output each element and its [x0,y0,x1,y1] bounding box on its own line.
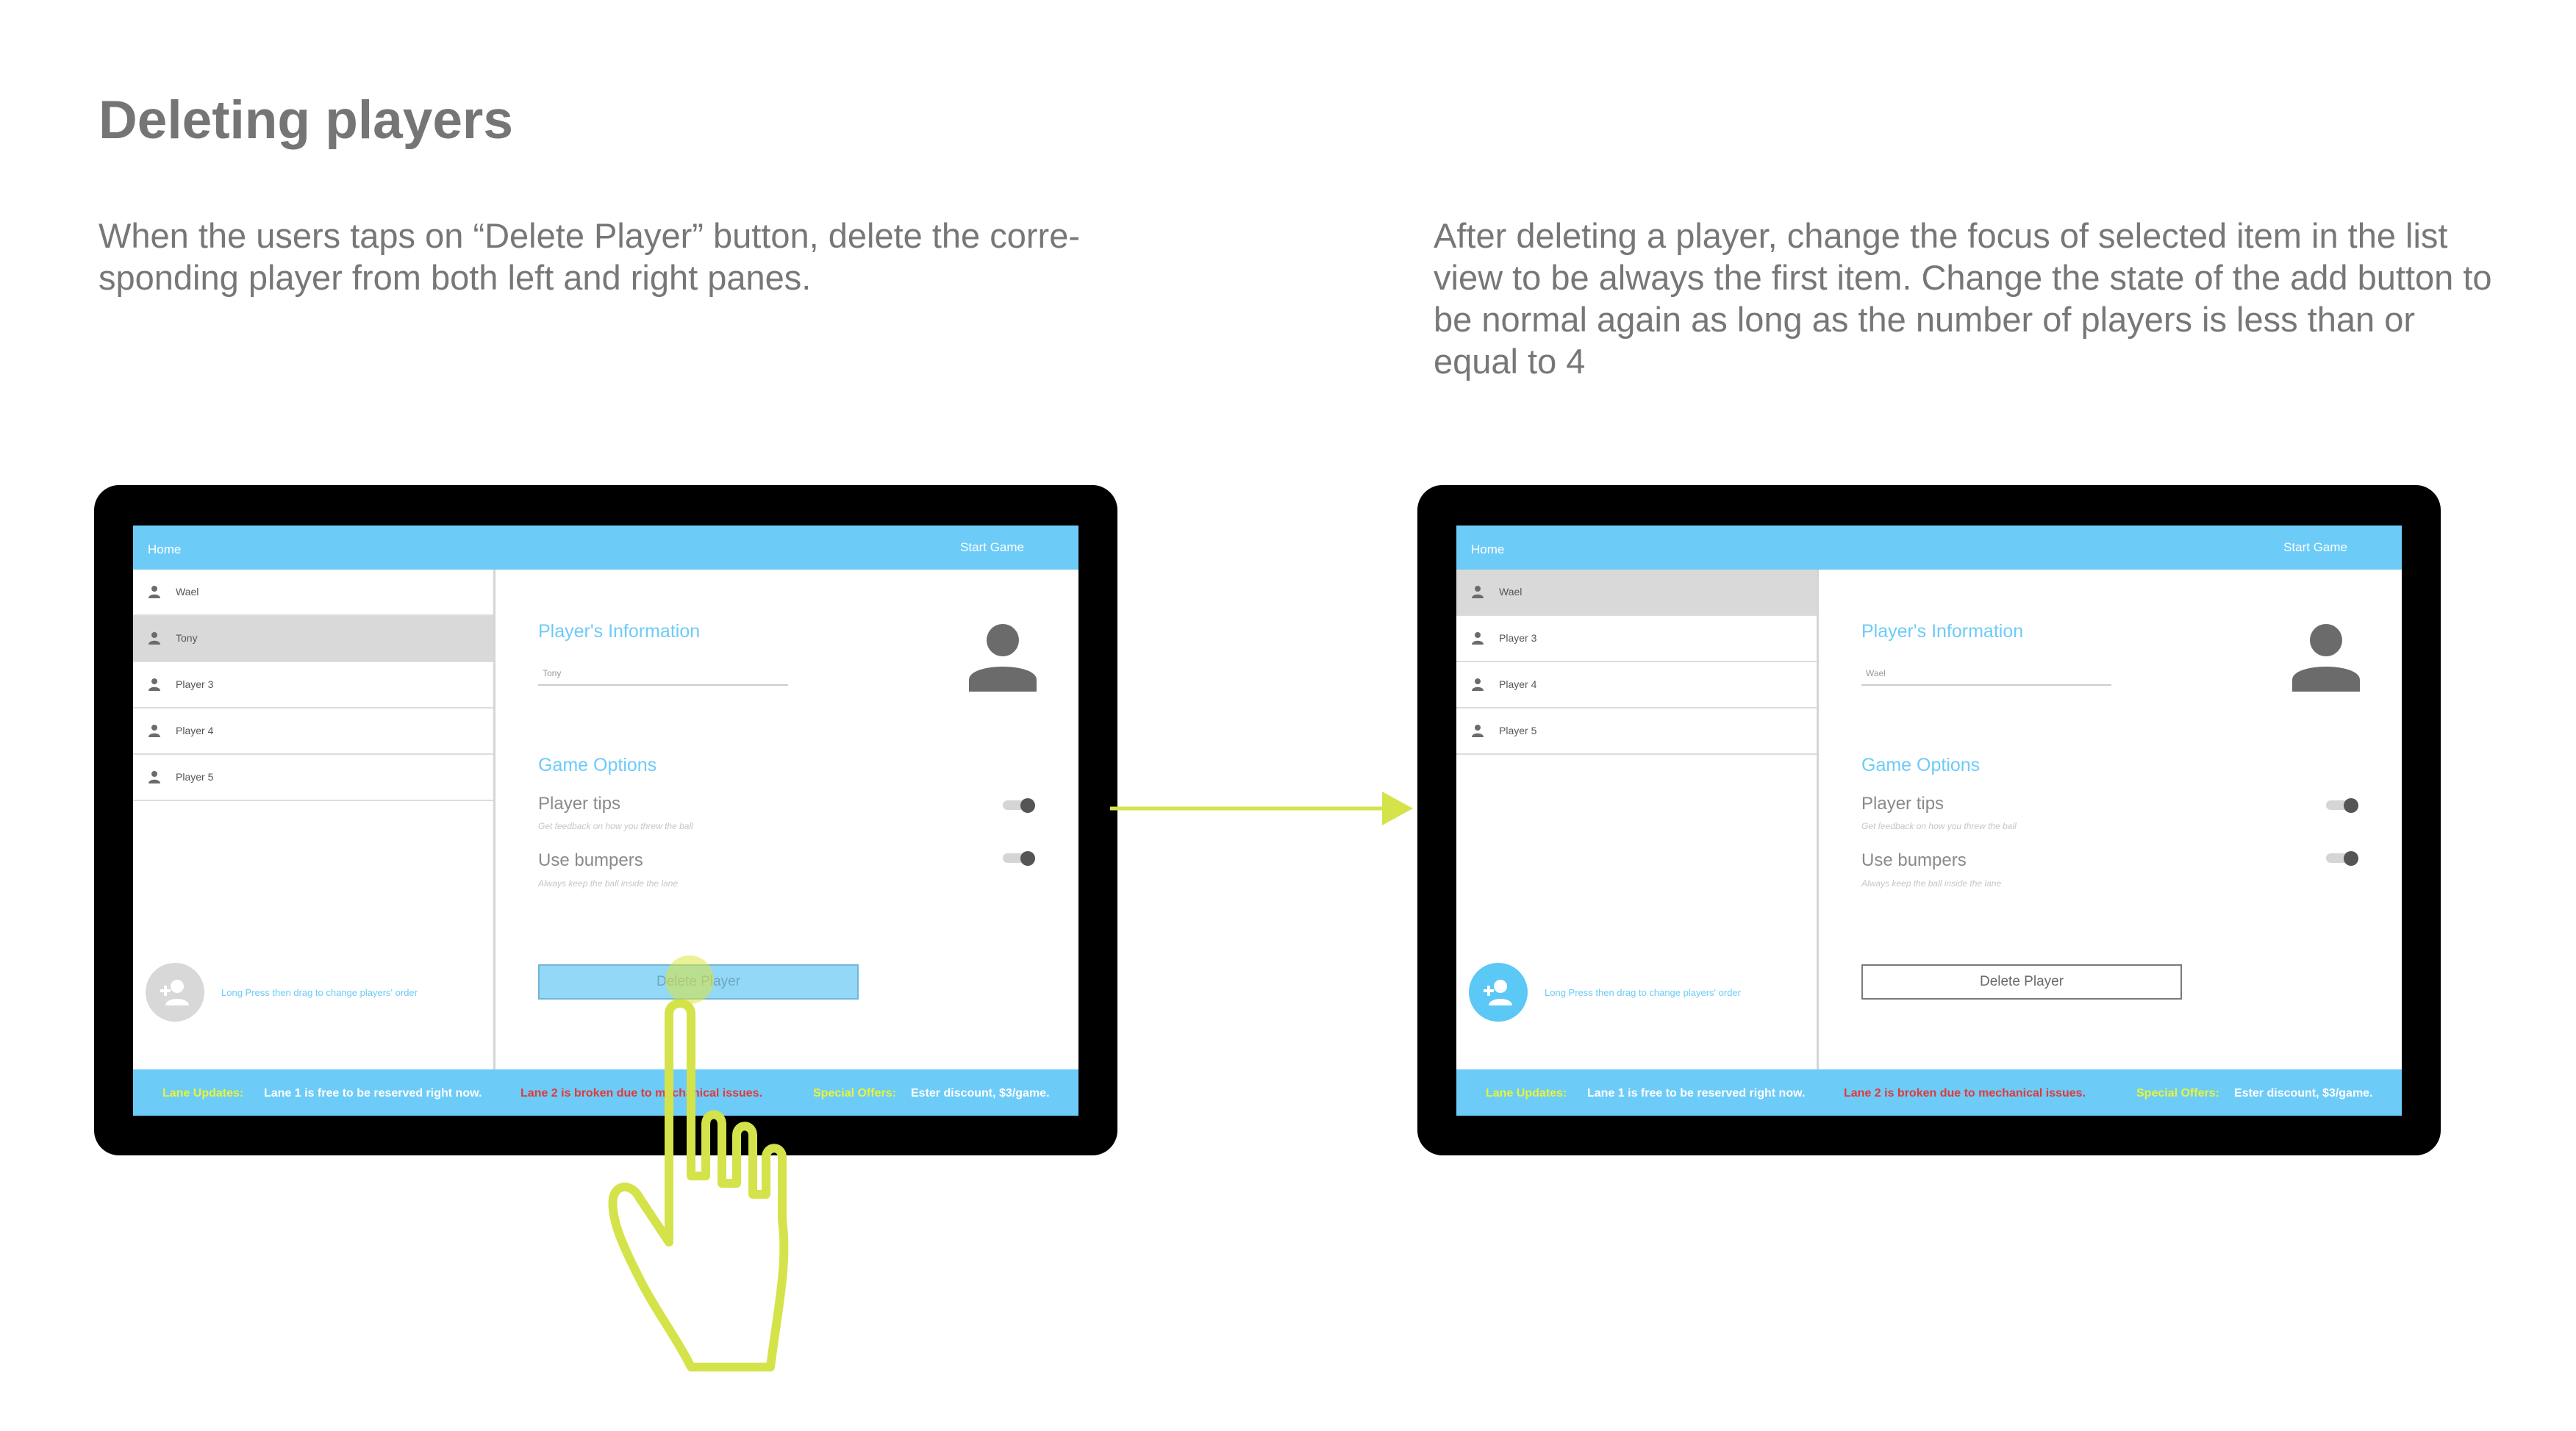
player-tips-toggle[interactable] [1003,798,1035,813]
player-list-item[interactable]: Wael [1456,570,1817,616]
description-right: After deleting a player, change the focu… [1434,216,2492,381]
touch-point [665,955,714,1004]
add-player-button[interactable] [146,963,204,1022]
app-bar: Home Start Game [1456,526,2402,570]
player-name-label: Player 3 [1499,632,1537,644]
player-name-value: Tony [543,668,562,678]
player-list-item[interactable]: Player 4 [133,709,493,755]
player-info-heading: Player's Information [538,621,701,642]
lane1-status: Lane 1 is free to be reserved right now. [264,1087,482,1100]
page-title: Deleting players [99,90,513,150]
person-icon [148,678,161,691]
player-info-heading: Player's Information [1861,621,2024,642]
home-link[interactable]: Home [1471,542,1504,557]
avatar-icon [969,624,1037,692]
avatar-icon [2292,624,2360,692]
special-offers-label: Special Offers: [2136,1087,2219,1100]
lane-updates-label: Lane Updates: [1486,1087,1567,1100]
player-list-item[interactable]: Player 5 [1456,709,1817,755]
start-game-button[interactable]: Start Game [2283,540,2347,555]
game-options-heading: Game Options [538,755,657,775]
person-icon [1471,585,1484,598]
player-list-pane: Wael Tony Player 3 Player 4 Player 5 Long Pr… [133,570,495,1069]
player-list-item[interactable]: Player 3 [133,662,493,709]
add-person-icon [160,980,189,1005]
player-tips-label: Player tips [1861,794,1944,814]
news-ticker: Lane Updates: Lane 1 is free to be reser… [1456,1069,2402,1116]
person-icon [1471,724,1484,737]
delete-player-button[interactable]: Delete Player [1861,964,2182,1000]
player-name-label: Player 5 [1499,725,1537,736]
bumpers-toggle[interactable] [2326,851,2358,866]
reorder-hint: Long Press then drag to change players' … [1545,987,1741,998]
bumpers-description: Always keep the ball inside the lane [1861,878,2002,889]
player-detail-pane: Player's Information Tony Game Options P… [495,570,1078,1069]
player-name-label: Tony [176,632,198,644]
person-icon [1471,678,1484,691]
description-left: When the users taps on “Delete Player” b… [99,216,1080,297]
player-tips-description: Get feedback on how you threw the ball [538,821,693,831]
player-tips-label: Player tips [538,794,621,814]
player-name-label: Player 4 [1499,678,1537,690]
player-list-item[interactable]: Player 5 [133,755,493,801]
tablet-after: Home Start Game Wael Player 3 Player 4 Play… [1417,485,2441,1155]
player-list: Wael Tony Player 3 Player 4 Player 5 [133,570,493,801]
bumpers-label: Use bumpers [1861,850,1967,870]
start-game-button[interactable]: Start Game [960,540,1024,555]
player-detail-pane: Player's Information Wael Game Options P… [1819,570,2402,1069]
lane2-status: Lane 2 is broken due to mechanical issue… [1844,1087,2086,1100]
player-list-pane: Wael Player 3 Player 4 Player 5 Long Press … [1456,570,1819,1069]
player-name-label: Player 4 [176,725,214,736]
player-tips-toggle[interactable] [2326,798,2358,813]
bumpers-description: Always keep the ball inside the lane [538,878,679,889]
person-icon [148,585,161,598]
person-icon [148,631,161,645]
player-name-label: Wael [176,586,199,598]
add-player-button[interactable] [1469,963,1528,1022]
reorder-hint: Long Press then drag to change players' … [221,987,418,998]
player-name-label: Wael [1499,586,1523,598]
screen-after: Home Start Game Wael Player 3 Player 4 Play… [1456,526,2402,1116]
add-person-icon [1484,980,1512,1005]
player-list-item[interactable]: Player 3 [1456,616,1817,662]
person-icon [1471,631,1484,645]
person-icon [148,770,161,783]
player-list: Wael Player 3 Player 4 Player 5 [1456,570,1817,755]
player-list-item[interactable]: Wael [133,570,493,616]
player-list-item[interactable]: Player 4 [1456,662,1817,709]
arrow-right-icon [1110,792,1413,825]
player-name-label: Player 5 [176,771,214,783]
bumpers-toggle[interactable] [1003,851,1035,866]
player-name-value: Wael [1866,668,1886,678]
home-link[interactable]: Home [148,542,181,557]
lane1-status: Lane 1 is free to be reserved right now. [1587,1087,1806,1100]
special-offer-text: Ester discount, $3/game. [2234,1087,2373,1100]
player-name-field[interactable]: Tony [538,665,788,686]
player-tips-description: Get feedback on how you threw the ball [1861,821,2017,831]
tap-hand-icon [608,1000,789,1371]
bumpers-label: Use bumpers [538,850,643,870]
special-offer-text: Ester discount, $3/game. [911,1087,1050,1100]
lane-updates-label: Lane Updates: [162,1087,244,1100]
game-options-heading: Game Options [1861,755,1981,775]
player-name-field[interactable]: Wael [1861,665,2111,686]
person-icon [148,724,161,737]
player-name-label: Player 3 [176,678,214,690]
app-bar: Home Start Game [133,526,1078,570]
player-list-item[interactable]: Tony [133,616,493,662]
